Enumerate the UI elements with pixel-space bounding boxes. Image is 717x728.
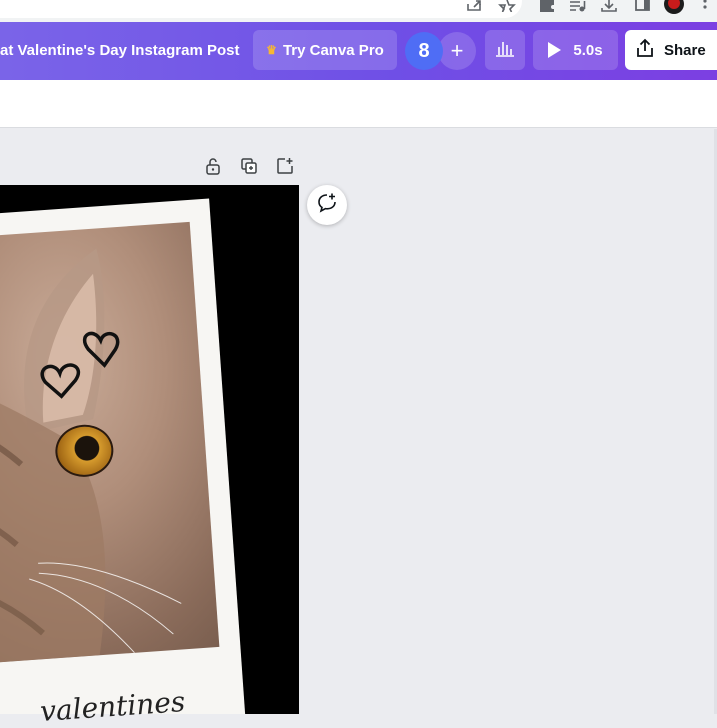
lock-icon[interactable] bbox=[204, 157, 222, 175]
sidepanel-icon[interactable] bbox=[634, 0, 652, 14]
collaborator-avatar[interactable]: 8 bbox=[405, 32, 443, 70]
bar-chart-icon bbox=[495, 39, 515, 61]
profile-avatar[interactable] bbox=[664, 0, 684, 14]
browser-toolbar bbox=[0, 0, 717, 22]
share-upload-icon bbox=[635, 38, 664, 62]
download-icon[interactable] bbox=[600, 0, 618, 14]
duplicate-page-icon[interactable] bbox=[240, 157, 258, 175]
share-button[interactable]: Share bbox=[625, 30, 717, 70]
extensions-puzzle-icon[interactable] bbox=[538, 0, 556, 14]
play-icon bbox=[548, 42, 562, 58]
duration-label: 5.0s bbox=[573, 41, 603, 59]
share-page-icon[interactable] bbox=[466, 0, 484, 14]
context-toolbar bbox=[0, 80, 717, 128]
add-collaborator-button[interactable]: + bbox=[438, 32, 476, 70]
add-comment-icon bbox=[316, 192, 338, 219]
add-comment-button[interactable] bbox=[307, 185, 347, 225]
try-canva-pro-label: Try Canva Pro bbox=[282, 41, 384, 59]
crown-icon: ♛ bbox=[266, 43, 277, 57]
address-bar[interactable] bbox=[0, 0, 522, 18]
polaroid-frame[interactable] bbox=[0, 198, 246, 714]
media-control-icon[interactable] bbox=[569, 0, 587, 14]
document-title[interactable]: at Valentine's Day Instagram Post bbox=[0, 42, 240, 59]
more-menu-icon[interactable] bbox=[703, 0, 707, 10]
collaborator-count: 8 bbox=[418, 39, 430, 62]
design-page[interactable] bbox=[0, 185, 299, 714]
try-canva-pro-button[interactable]: ♛ Try Canva Pro bbox=[253, 30, 397, 70]
cat-photo[interactable] bbox=[0, 221, 220, 671]
editor-header: at Valentine's Day Instagram Post ♛ Try … bbox=[0, 22, 717, 80]
share-label: Share bbox=[664, 41, 706, 59]
add-page-icon[interactable] bbox=[276, 157, 294, 175]
present-play-button[interactable]: 5.0s bbox=[533, 30, 618, 70]
insights-button[interactable] bbox=[485, 30, 525, 70]
bookmark-star-icon[interactable] bbox=[498, 0, 516, 14]
plus-icon: + bbox=[450, 38, 464, 63]
